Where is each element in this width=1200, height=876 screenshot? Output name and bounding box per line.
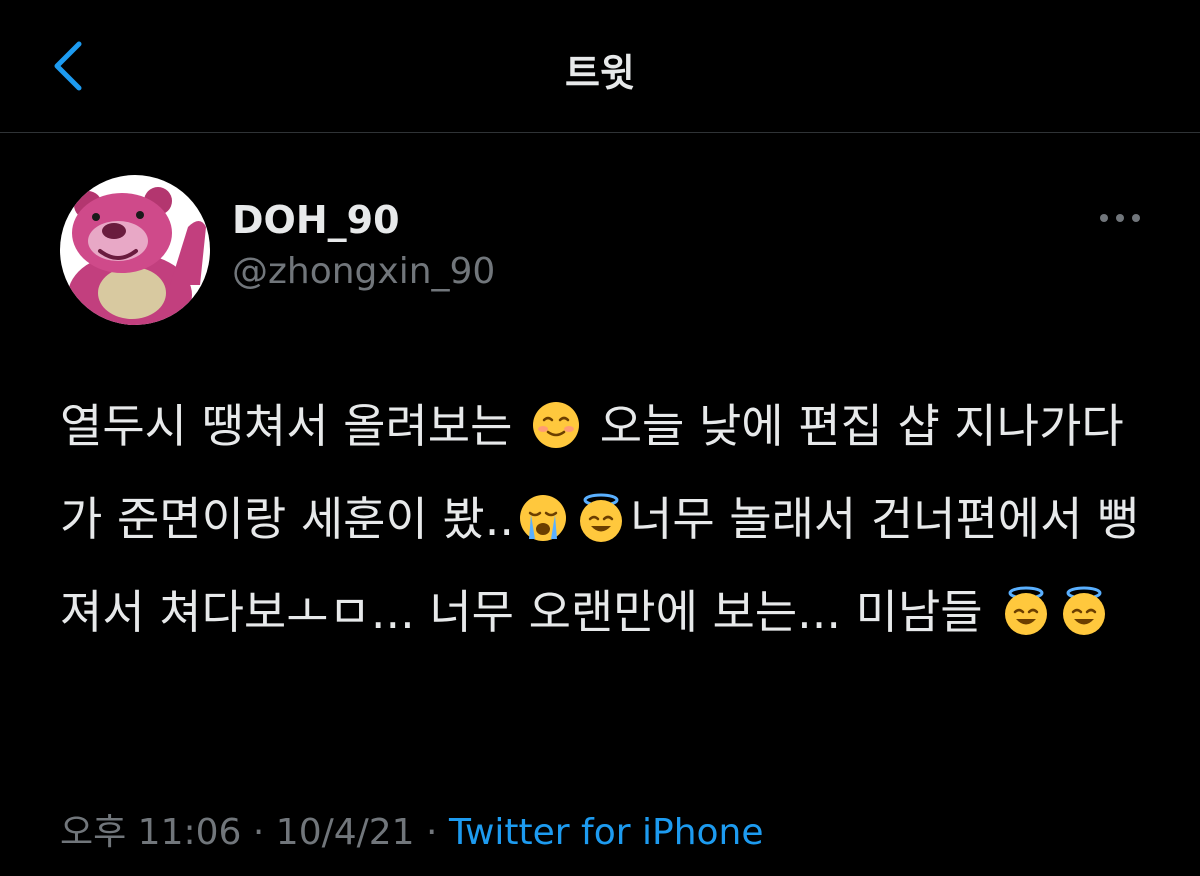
user-handle[interactable]: @zhongxin_90 <box>232 249 495 295</box>
tweet-meta: 오후 11:06 · 10/4/21 · Twitter for iPhone <box>60 808 764 858</box>
smiling-face-icon <box>533 402 580 448</box>
halo-face-icon <box>580 493 622 542</box>
crying-face-icon <box>520 495 566 541</box>
more-horizontal-icon <box>1100 214 1140 222</box>
tweet-date: 10/4/21 <box>275 812 415 853</box>
display-name[interactable]: DOH_90 <box>232 195 495 245</box>
pink-bear-avatar <box>60 175 210 325</box>
halo-face-icon <box>1063 586 1106 635</box>
tweet-text: 열두시 땡쳐서 올려보는 오늘 낮에 편집 샵 지나가다가 준면이랑 세훈이 봤… <box>60 380 1140 659</box>
halo-face-icon <box>1005 586 1048 635</box>
meta-separator: · <box>426 812 438 853</box>
meta-separator: · <box>252 812 265 853</box>
page-title: 트윗 <box>565 51 635 95</box>
nav-bar: 트윗 <box>0 0 1200 133</box>
avatar[interactable] <box>60 175 210 325</box>
tweet-source-link[interactable]: Twitter for iPhone <box>449 812 764 853</box>
user-block: DOH_90 @zhongxin_90 <box>232 195 495 295</box>
tweet-segment-1: 열두시 땡쳐서 올려보는 <box>60 399 513 453</box>
tweet-time: 오후 11:06 <box>60 812 242 853</box>
more-options-button[interactable] <box>1090 196 1150 240</box>
